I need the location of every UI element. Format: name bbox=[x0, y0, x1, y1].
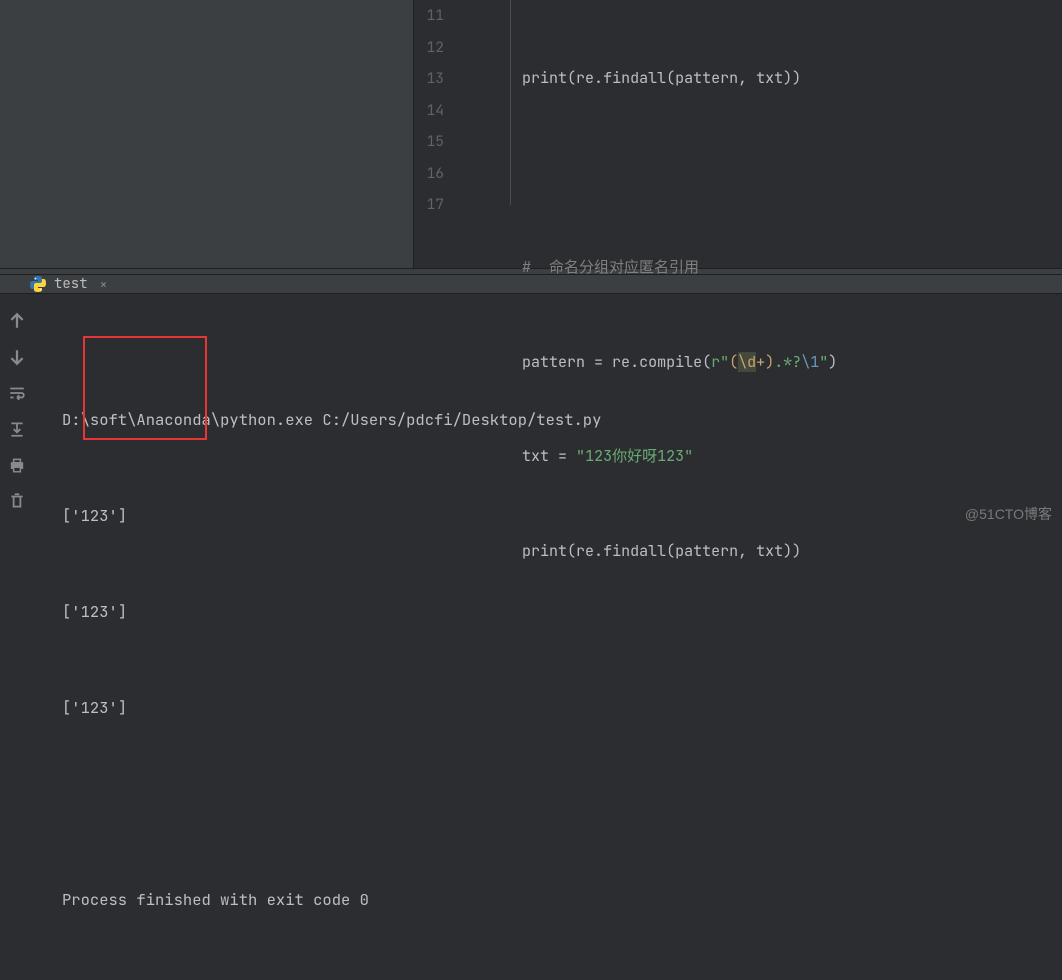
code-content[interactable]: print(re.findall(pattern, txt)) # 命名分组对应… bbox=[462, 0, 1062, 268]
run-tab-label[interactable]: test bbox=[54, 275, 88, 293]
run-toolbar bbox=[0, 294, 34, 980]
line-gutter: 11 12 13 14 15 16 17 bbox=[414, 0, 462, 268]
watermark: @51CTO博客 bbox=[965, 504, 1052, 524]
code-line: # 命名分组对应匿名引用 bbox=[522, 252, 1062, 284]
console-line: ['123'] bbox=[62, 596, 1046, 628]
line-number: 11 bbox=[414, 0, 444, 32]
line-number: 15 bbox=[414, 126, 444, 158]
line-number: 13 bbox=[414, 63, 444, 95]
console-line: ['123'] bbox=[62, 692, 1046, 724]
code-line: print(re.findall(pattern, txt)) bbox=[522, 63, 1062, 95]
close-icon[interactable]: × bbox=[100, 276, 108, 293]
scroll-to-end-icon[interactable] bbox=[8, 420, 26, 438]
wrap-icon[interactable] bbox=[8, 384, 26, 402]
arrow-up-icon[interactable] bbox=[8, 312, 26, 330]
console-line bbox=[62, 788, 1046, 820]
console-line: ['123'] bbox=[62, 500, 1046, 532]
editor-area: 11 12 13 14 15 16 17 print(re.findall(pa… bbox=[0, 0, 1062, 268]
console-line: Process finished with exit code 0 bbox=[62, 884, 1046, 916]
line-number: 16 bbox=[414, 158, 444, 190]
line-number: 14 bbox=[414, 95, 444, 127]
line-number: 12 bbox=[414, 32, 444, 64]
code-line bbox=[522, 158, 1062, 190]
project-panel bbox=[0, 0, 414, 268]
console-line: D:\soft\Anaconda\python.exe C:/Users/pdc… bbox=[62, 404, 1046, 436]
line-number: 17 bbox=[414, 189, 444, 221]
arrow-down-icon[interactable] bbox=[8, 348, 26, 366]
python-icon bbox=[30, 276, 46, 292]
console-output[interactable]: D:\soft\Anaconda\python.exe C:/Users/pdc… bbox=[34, 294, 1062, 980]
print-icon[interactable] bbox=[8, 456, 26, 474]
code-editor[interactable]: 11 12 13 14 15 16 17 print(re.findall(pa… bbox=[414, 0, 1062, 268]
run-panel: test × D:\soft\Anaconda\python.exe C:/Us… bbox=[0, 275, 1062, 530]
trash-icon[interactable] bbox=[8, 492, 26, 510]
